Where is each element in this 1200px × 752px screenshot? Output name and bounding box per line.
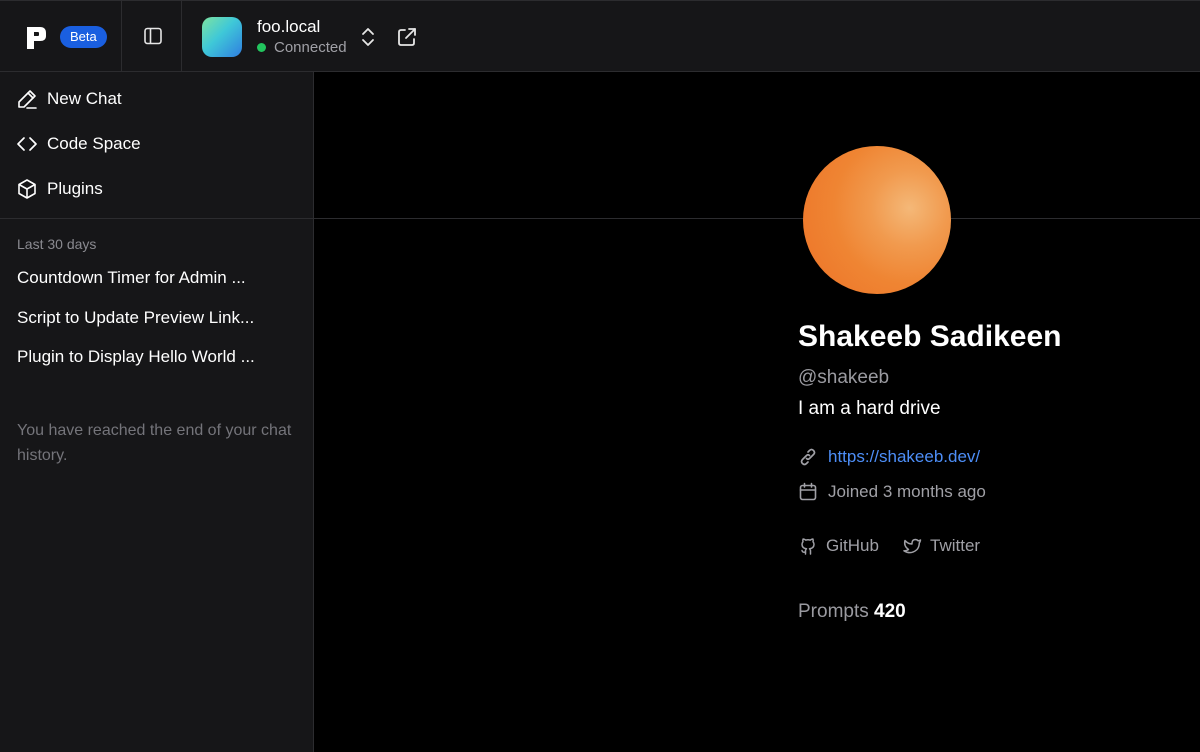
twitter-label: Twitter xyxy=(930,536,981,555)
sidebar-item-label: Plugins xyxy=(47,179,103,198)
profile-website: https://shakeeb.dev/ xyxy=(798,447,980,467)
connection-status: Connected xyxy=(257,39,347,56)
history-item[interactable]: Countdown Timer for Admin ... xyxy=(17,268,267,288)
profile-name: Shakeeb Sadikeen xyxy=(798,320,1062,353)
avatar xyxy=(803,146,951,294)
joined-date: Joined 3 months ago xyxy=(828,482,986,501)
cube-icon xyxy=(18,179,36,199)
main-content xyxy=(314,72,1200,752)
code-icon xyxy=(17,137,37,151)
history-item[interactable]: Script to Update Preview Link... xyxy=(17,308,267,328)
external-link-icon[interactable] xyxy=(396,26,418,48)
profile-handle: @shakeeb xyxy=(798,367,890,388)
prompts-value: 420 xyxy=(874,601,906,622)
github-link[interactable]: GitHub xyxy=(798,536,879,556)
beta-badge: Beta xyxy=(60,26,107,48)
history-item[interactable]: Plugin to Display Hello World ... xyxy=(17,347,267,367)
divider xyxy=(0,218,313,219)
github-label: GitHub xyxy=(826,536,879,555)
end-of-history-note: You have reached the end of your chat hi… xyxy=(17,422,292,464)
twitter-link[interactable]: Twitter xyxy=(902,536,980,556)
top-bar: Beta foo.local Connected xyxy=(0,0,1200,72)
prompts-label: Prompts xyxy=(798,601,869,622)
logo-area: Beta xyxy=(0,1,122,72)
calendar-icon xyxy=(799,482,817,501)
website-link[interactable]: https://shakeeb.dev/ xyxy=(828,447,980,467)
sidebar: New Chat Code Space Plugins Last 30 days… xyxy=(0,72,314,752)
sidebar-toggle-button[interactable] xyxy=(122,1,182,72)
profile-banner-divider xyxy=(314,218,1200,219)
sidebar-item-plugins[interactable]: Plugins xyxy=(16,178,103,200)
status-label: Connected xyxy=(274,39,347,56)
sidebar-item-label: New Chat xyxy=(47,89,122,108)
sidebar-item-label: Code Space xyxy=(47,134,141,153)
host-app-icon xyxy=(202,17,242,57)
link-icon xyxy=(800,448,816,466)
profile-joined: Joined 3 months ago xyxy=(798,482,986,502)
sidebar-item-code-space[interactable]: Code Space xyxy=(16,133,141,155)
status-dot-icon xyxy=(257,43,266,52)
chevron-up-down-icon[interactable] xyxy=(358,26,378,48)
pencil-icon xyxy=(18,90,37,109)
app-logo-icon[interactable] xyxy=(27,27,46,49)
twitter-icon xyxy=(903,538,922,554)
host-name[interactable]: foo.local xyxy=(257,17,320,37)
sidebar-toggle-icon xyxy=(144,27,162,45)
profile-bio: I am a hard drive xyxy=(798,398,941,419)
sidebar-item-new-chat[interactable]: New Chat xyxy=(16,88,122,110)
prompts-count: Prompts 420 xyxy=(798,601,906,623)
github-icon xyxy=(801,538,815,555)
history-section-label: Last 30 days xyxy=(17,236,97,252)
